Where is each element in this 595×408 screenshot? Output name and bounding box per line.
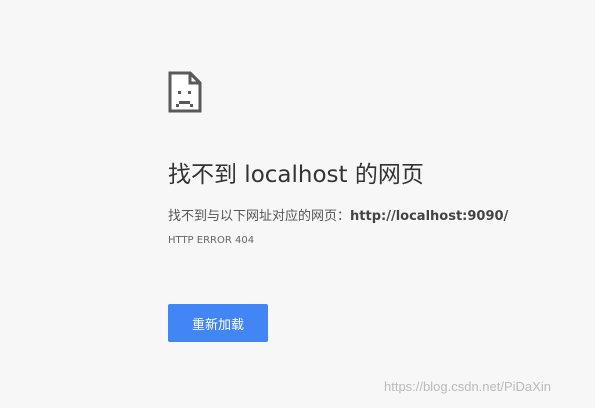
error-code: HTTP ERROR 404 bbox=[168, 235, 255, 246]
error-description-text: 找不到与以下网址对应的网页： bbox=[168, 209, 351, 224]
watermark: https://blog.csdn.net/PiDaXin bbox=[384, 379, 551, 394]
sad-document-icon bbox=[168, 71, 202, 113]
error-description: 找不到与以下网址对应的网页：http://localhost:9090/ bbox=[168, 207, 508, 227]
reload-button[interactable]: 重新加载 bbox=[168, 304, 268, 342]
error-url: http://localhost:9090/ bbox=[350, 209, 509, 224]
page-title: 找不到 localhost 的网页 bbox=[168, 162, 424, 188]
